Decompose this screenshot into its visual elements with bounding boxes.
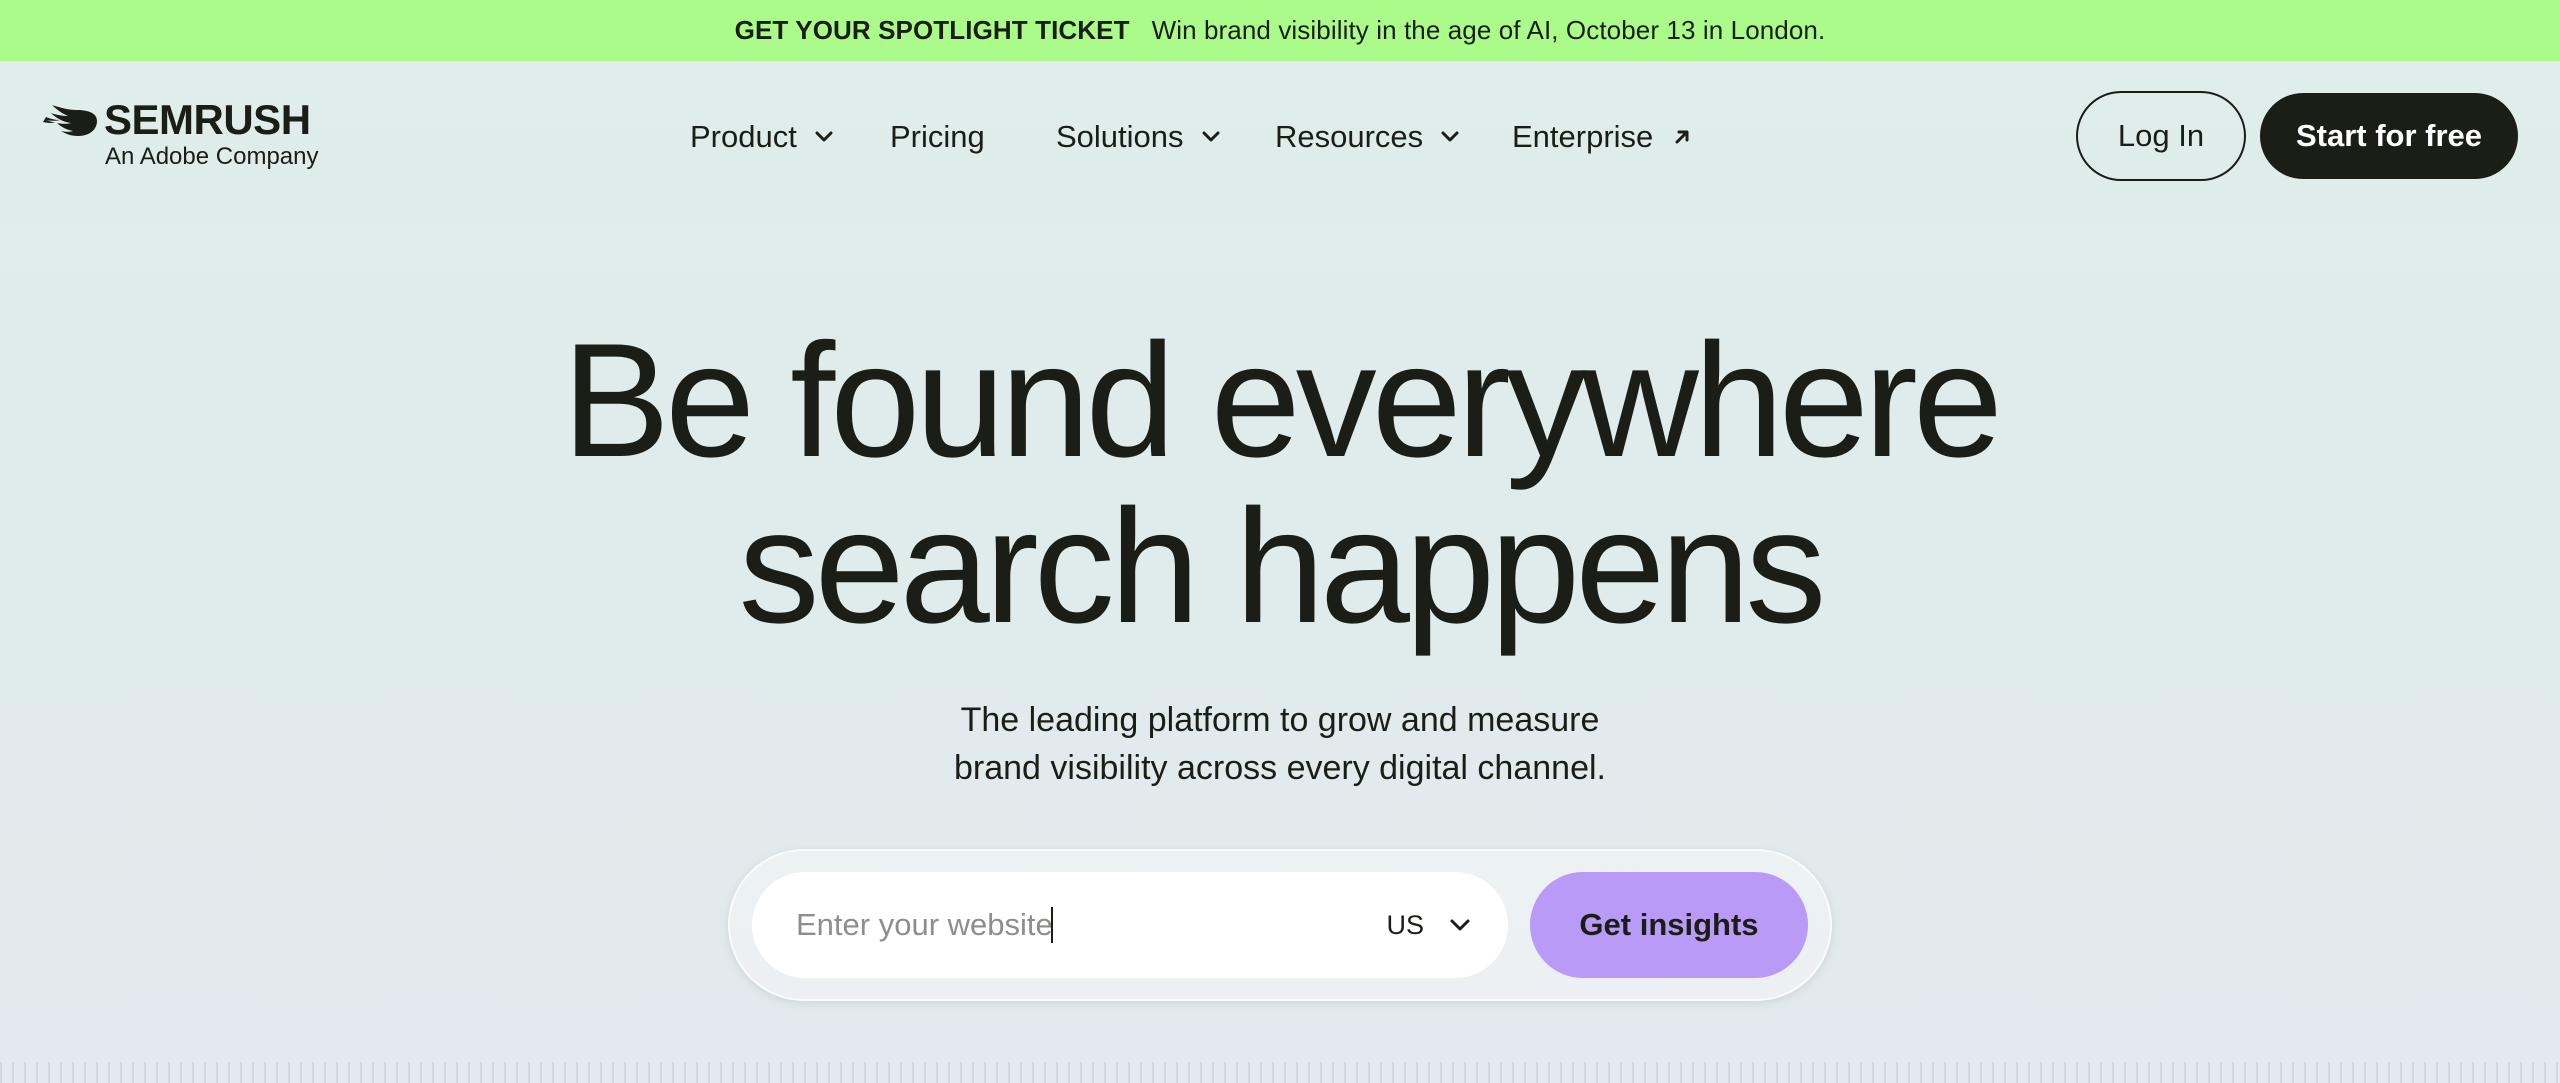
chevron-down-icon	[1441, 131, 1459, 142]
get-insights-button[interactable]: Get insights	[1530, 872, 1808, 978]
banner-message[interactable]: Win brand visibility in the age of AI, O…	[1152, 15, 1826, 46]
nav-solutions-label: Solutions	[1056, 119, 1184, 154]
nav-product-label: Product	[690, 119, 797, 154]
start-for-free-button[interactable]: Start for free	[2260, 93, 2518, 179]
nav-resources-label: Resources	[1275, 119, 1424, 154]
announcement-banner[interactable]: GET YOUR SPOTLIGHT TICKET Win brand visi…	[0, 0, 2560, 61]
site-header: SEMRUSH An Adobe Company Product Pricing…	[0, 61, 2560, 211]
nav-product[interactable]: Product	[690, 117, 833, 157]
nav-resources[interactable]: Resources	[1275, 117, 1459, 157]
hero-title: Be found everywhere search happens	[0, 318, 2560, 650]
nav-enterprise[interactable]: Enterprise	[1512, 117, 1691, 157]
arrow-up-right-icon	[1675, 130, 1689, 144]
region-value: US	[1386, 909, 1424, 940]
chevron-down-icon	[1450, 919, 1470, 930]
nav-solutions[interactable]: Solutions	[1056, 117, 1220, 157]
decorative-pattern	[0, 1062, 2560, 1083]
region-select[interactable]: US	[1386, 872, 1470, 978]
hero-subtitle: The leading platform to grow and measure…	[0, 696, 2560, 792]
hero-title-line-1: Be found everywhere	[562, 310, 2003, 491]
chevron-down-icon	[1202, 131, 1220, 142]
chevron-down-icon	[815, 131, 833, 142]
hero-subtitle-line-1: The leading platform to grow and measure	[960, 701, 1600, 739]
nav-pricing-label: Pricing	[890, 119, 985, 154]
login-button[interactable]: Log In	[2076, 91, 2246, 181]
search-field[interactable]: US	[752, 872, 1508, 978]
nav-pricing[interactable]: Pricing	[890, 117, 985, 157]
website-input[interactable]	[796, 872, 1316, 978]
text-caret	[1051, 907, 1053, 943]
nav-enterprise-label: Enterprise	[1512, 119, 1654, 154]
hero-title-line-2: search happens	[738, 476, 1827, 657]
banner-highlight[interactable]: GET YOUR SPOTLIGHT TICKET	[735, 15, 1130, 46]
hero-subtitle-line-2: brand visibility across every digital ch…	[954, 749, 1606, 787]
